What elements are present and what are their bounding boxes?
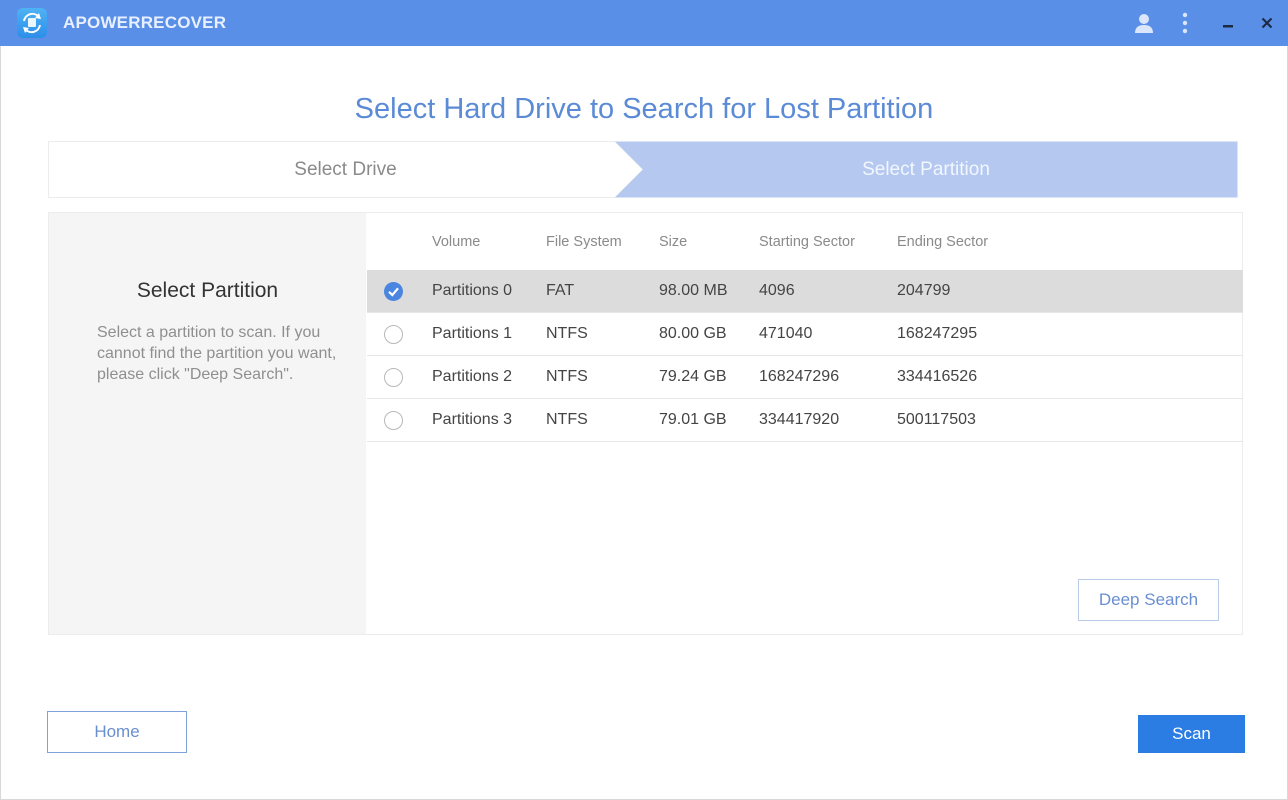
step-indicator: Select Drive Select Partition [48, 141, 1238, 198]
cell-file-system: NTFS [546, 368, 588, 385]
user-icon [1135, 14, 1153, 33]
partition-panel: Select Partition Select a partition to s… [48, 212, 1243, 635]
cell-size: 79.24 GB [659, 368, 727, 385]
cell-starting-sector: 4096 [759, 282, 795, 299]
title-bar: APOWERRECOVER [0, 0, 1288, 46]
cell-volume: Partitions 0 [432, 282, 513, 299]
app-logo-icon [17, 8, 47, 38]
cell-ending-sector: 204799 [897, 282, 951, 299]
cell-starting-sector: 168247296 [759, 368, 840, 385]
page-title: Select Hard Drive to Search for Lost Par… [354, 93, 934, 125]
close-button[interactable] [1252, 8, 1282, 38]
minimize-button[interactable] [1213, 8, 1243, 38]
cell-size: 80.00 GB [659, 325, 727, 342]
table-row[interactable]: Partitions 1 NTFS 80.00 GB 471040 168247… [367, 313, 1243, 356]
table-row[interactable]: Partitions 2 NTFS 79.24 GB 168247296 334… [367, 356, 1243, 399]
side-description: Select a partition to scan. If you canno… [97, 324, 337, 383]
column-volume: Volume [432, 234, 481, 250]
app-title: APOWERRECOVER [63, 13, 227, 32]
table-row[interactable]: Partitions 3 NTFS 79.01 GB 334417920 500… [367, 399, 1243, 442]
cell-size: 79.01 GB [659, 411, 727, 428]
step-select-drive: Select Drive [294, 159, 397, 180]
scan-button[interactable]: Scan [1138, 715, 1245, 753]
minimize-icon [1223, 25, 1233, 28]
more-vertical-icon [1182, 12, 1188, 34]
radio-unchecked-icon[interactable] [384, 325, 403, 344]
partition-table: Volume File System Size Starting Sector … [367, 213, 1243, 442]
deep-search-button[interactable]: Deep Search [1078, 579, 1219, 621]
close-icon [1261, 17, 1273, 29]
cell-starting-sector: 471040 [759, 325, 813, 342]
more-menu-button[interactable] [1170, 8, 1200, 38]
cell-ending-sector: 168247295 [897, 325, 978, 342]
user-account-button[interactable] [1129, 8, 1159, 38]
cell-starting-sector: 334417920 [759, 411, 840, 428]
cell-file-system: NTFS [546, 411, 588, 428]
cell-volume: Partitions 2 [432, 368, 513, 385]
column-file-system: File System [546, 234, 622, 250]
radio-unchecked-icon[interactable] [384, 368, 403, 387]
radio-checked-icon[interactable] [384, 282, 403, 301]
home-button[interactable]: Home [47, 711, 187, 753]
cell-volume: Partitions 1 [432, 325, 513, 342]
table-header: Volume File System Size Starting Sector … [367, 213, 1243, 270]
table-row[interactable]: Partitions 0 FAT 98.00 MB 4096 204799 [367, 270, 1243, 313]
column-size: Size [659, 234, 688, 250]
cell-size: 98.00 MB [659, 282, 728, 299]
step-select-partition: Select Partition [862, 159, 990, 180]
cell-file-system: FAT [546, 282, 575, 299]
cell-ending-sector: 500117503 [897, 411, 976, 428]
cell-file-system: NTFS [546, 325, 588, 342]
cell-ending-sector: 334416526 [897, 368, 978, 385]
side-title: Select Partition [136, 279, 279, 302]
column-ending-sector: Ending Sector [897, 234, 989, 250]
radio-unchecked-icon[interactable] [384, 411, 403, 430]
cell-volume: Partitions 3 [432, 411, 513, 428]
column-starting-sector: Starting Sector [759, 234, 855, 250]
side-info: Select Partition Select a partition to s… [49, 213, 366, 634]
